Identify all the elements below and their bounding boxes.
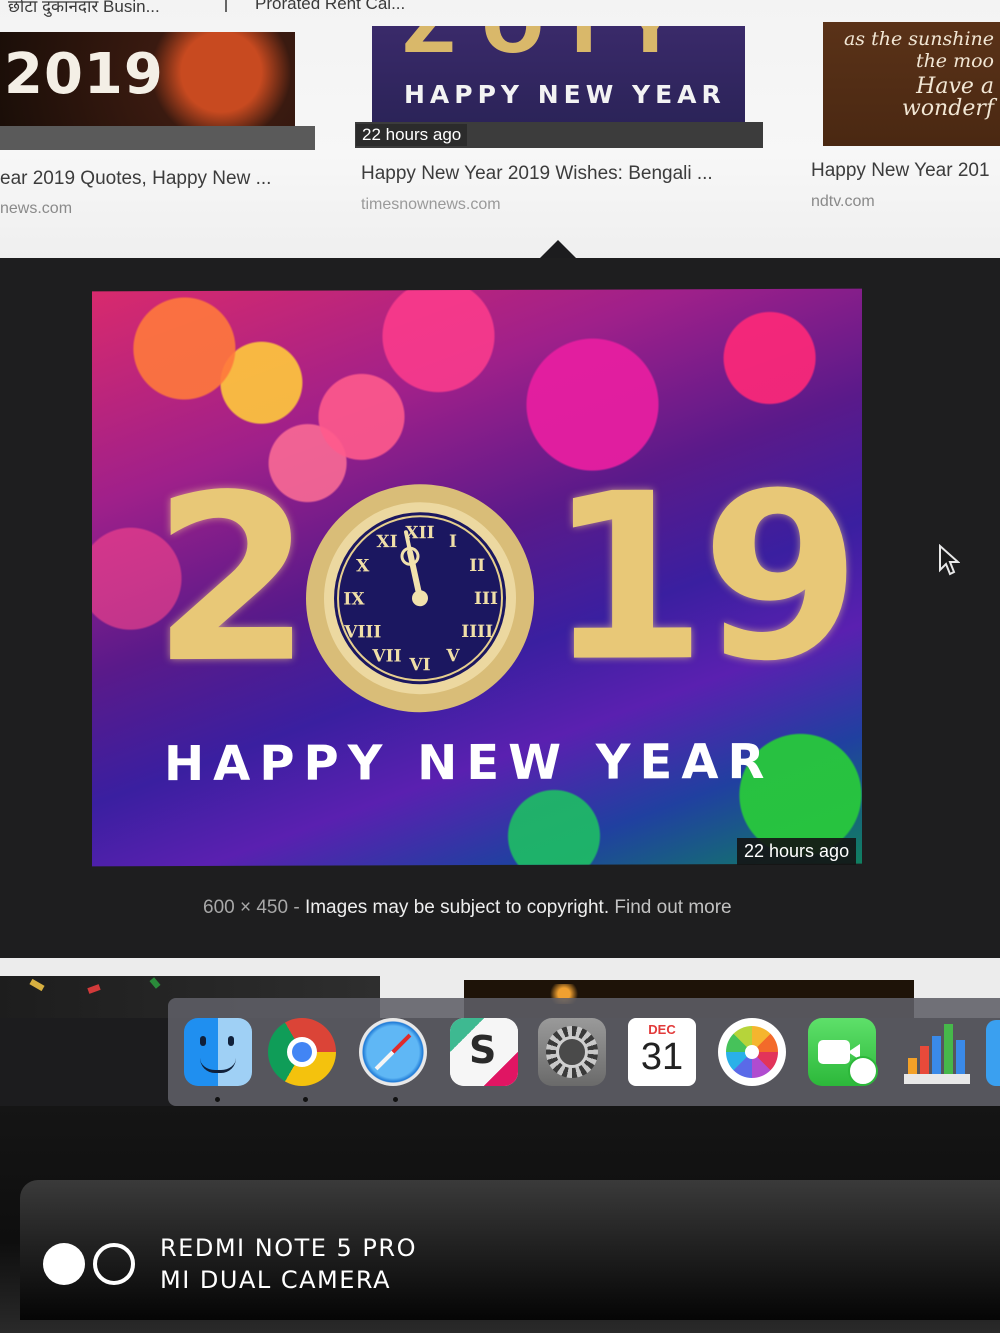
confetti-piece — [29, 978, 45, 992]
finder-eye — [228, 1036, 234, 1046]
clock-numeral: XII — [405, 523, 434, 543]
clock-numeral: IX — [343, 589, 365, 609]
numbers-chart-icon[interactable] — [900, 1018, 970, 1086]
safari-needle — [374, 1033, 412, 1071]
watermark-camera: MI DUAL CAMERA — [160, 1266, 392, 1294]
year-digit-two: 2 — [152, 446, 307, 715]
preview-pointer-caret — [538, 240, 578, 260]
camera-dot-outline-icon — [93, 1243, 135, 1285]
slack-icon[interactable]: S — [450, 1018, 518, 1086]
image-dimensions: 600 × 450 — [203, 897, 289, 918]
image-results-top-row: छोटा दुकानदार Busin... Prorated Rent Cal… — [0, 0, 1000, 258]
chip-divider — [225, 0, 227, 12]
partial-dock-app-icon[interactable] — [986, 1020, 1000, 1086]
clock-numeral: II — [469, 556, 485, 576]
clock-numeral: V — [445, 646, 460, 666]
thumb-1-footer — [0, 126, 315, 150]
result-1-source[interactable]: news.com — [0, 200, 72, 218]
result-3-caption[interactable]: Happy New Year 201 — [811, 160, 990, 182]
finder-smile — [200, 1058, 236, 1073]
thumb-2-greeting: HAPPY NEW YEAR — [404, 80, 726, 109]
chart-base — [904, 1074, 970, 1084]
thumb-2-year-fragment: Z O I Y — [402, 26, 677, 70]
clock-icon: XII IIIIIIIIIIVVIVIIVIIIIXXXI — [306, 484, 534, 713]
finder-icon[interactable] — [184, 1018, 252, 1086]
meta-separator: - — [293, 897, 300, 918]
gear-hub — [556, 1036, 588, 1068]
chrome-center — [292, 1042, 312, 1062]
calendar-day: 31 — [640, 1036, 684, 1078]
preview-image[interactable]: 2 19 XII I II III IIII V VI VII VIII IX X XI HAPPY … — [92, 288, 862, 867]
chart-bar — [944, 1024, 953, 1074]
slack-letter: S — [469, 1028, 497, 1072]
facetime-phone-badge — [848, 1056, 878, 1086]
confetti-piece — [149, 977, 161, 989]
clock-numeral: X — [356, 556, 370, 576]
running-indicator — [215, 1097, 220, 1102]
clock-numeral: VII — [371, 646, 401, 666]
calendar-month: DEC — [648, 1022, 676, 1037]
chart-bar — [956, 1040, 965, 1074]
gear-icon[interactable] — [538, 1018, 606, 1086]
calendar-icon[interactable]: DEC 31 — [628, 1018, 696, 1086]
chart-bar — [932, 1036, 941, 1074]
result-thumbnail-1[interactable]: 2019 — [0, 32, 295, 132]
result-thumbnail-3[interactable]: as the sunshine the moo Have a wonderf — [823, 22, 1000, 146]
chrome-icon[interactable] — [268, 1018, 336, 1086]
find-out-more-link[interactable]: Find out more — [614, 897, 731, 918]
clock-numeral: VI — [408, 655, 430, 675]
mouse-pointer-icon — [939, 544, 960, 576]
clock-numeral: I — [449, 532, 457, 552]
photos-center — [745, 1045, 759, 1059]
facetime-icon[interactable] — [808, 1018, 878, 1086]
clock-numeral: XI — [376, 532, 397, 552]
thumb-1-year: 2019 — [4, 42, 164, 107]
camera-dot-filled-icon — [43, 1243, 85, 1285]
running-indicator — [303, 1097, 308, 1102]
safari-icon[interactable] — [359, 1018, 427, 1086]
clock-numeral: VIII — [343, 622, 381, 642]
result-2-caption[interactable]: Happy New Year 2019 Wishes: Bengali ... — [361, 163, 713, 185]
clock-numeral: IIII — [461, 622, 493, 642]
greeting-text: HAPPY NEW YEAR — [164, 733, 774, 793]
photos-icon[interactable] — [718, 1018, 786, 1086]
facetime-camera — [818, 1040, 850, 1064]
result-3-source[interactable]: ndtv.com — [811, 193, 875, 211]
related-search-chip-2[interactable]: Prorated Rent Cal... — [255, 0, 405, 14]
clock-numeral: III — [474, 589, 498, 609]
preview-time-badge: 22 hours ago — [737, 838, 857, 865]
thumb-2-time-badge: 22 hours ago — [356, 124, 468, 146]
watermark-device: REDMI NOTE 5 PRO — [160, 1234, 417, 1262]
chart-bar — [908, 1058, 917, 1074]
running-indicator — [393, 1097, 398, 1102]
chart-bar — [920, 1046, 929, 1074]
finder-eye — [200, 1036, 206, 1046]
result-1-caption[interactable]: ear 2019 Quotes, Happy New ... — [0, 168, 271, 190]
thumb-3-quote: as the sunshine the moo Have a wonderf — [843, 28, 994, 121]
result-thumbnail-2[interactable]: Z O I Y HAPPY NEW YEAR — [372, 26, 745, 124]
related-search-chip-1[interactable]: छोटा दुकानदार Busin... — [8, 0, 160, 17]
preview-meta-line: 600 × 450 - Images may be subject to cop… — [203, 897, 732, 919]
copyright-notice: Images may be subject to copyright. — [304, 897, 610, 918]
year-digits-nineteen: 19 — [547, 444, 856, 713]
confetti-piece — [87, 984, 101, 994]
result-2-source[interactable]: timesnownews.com — [361, 196, 501, 214]
